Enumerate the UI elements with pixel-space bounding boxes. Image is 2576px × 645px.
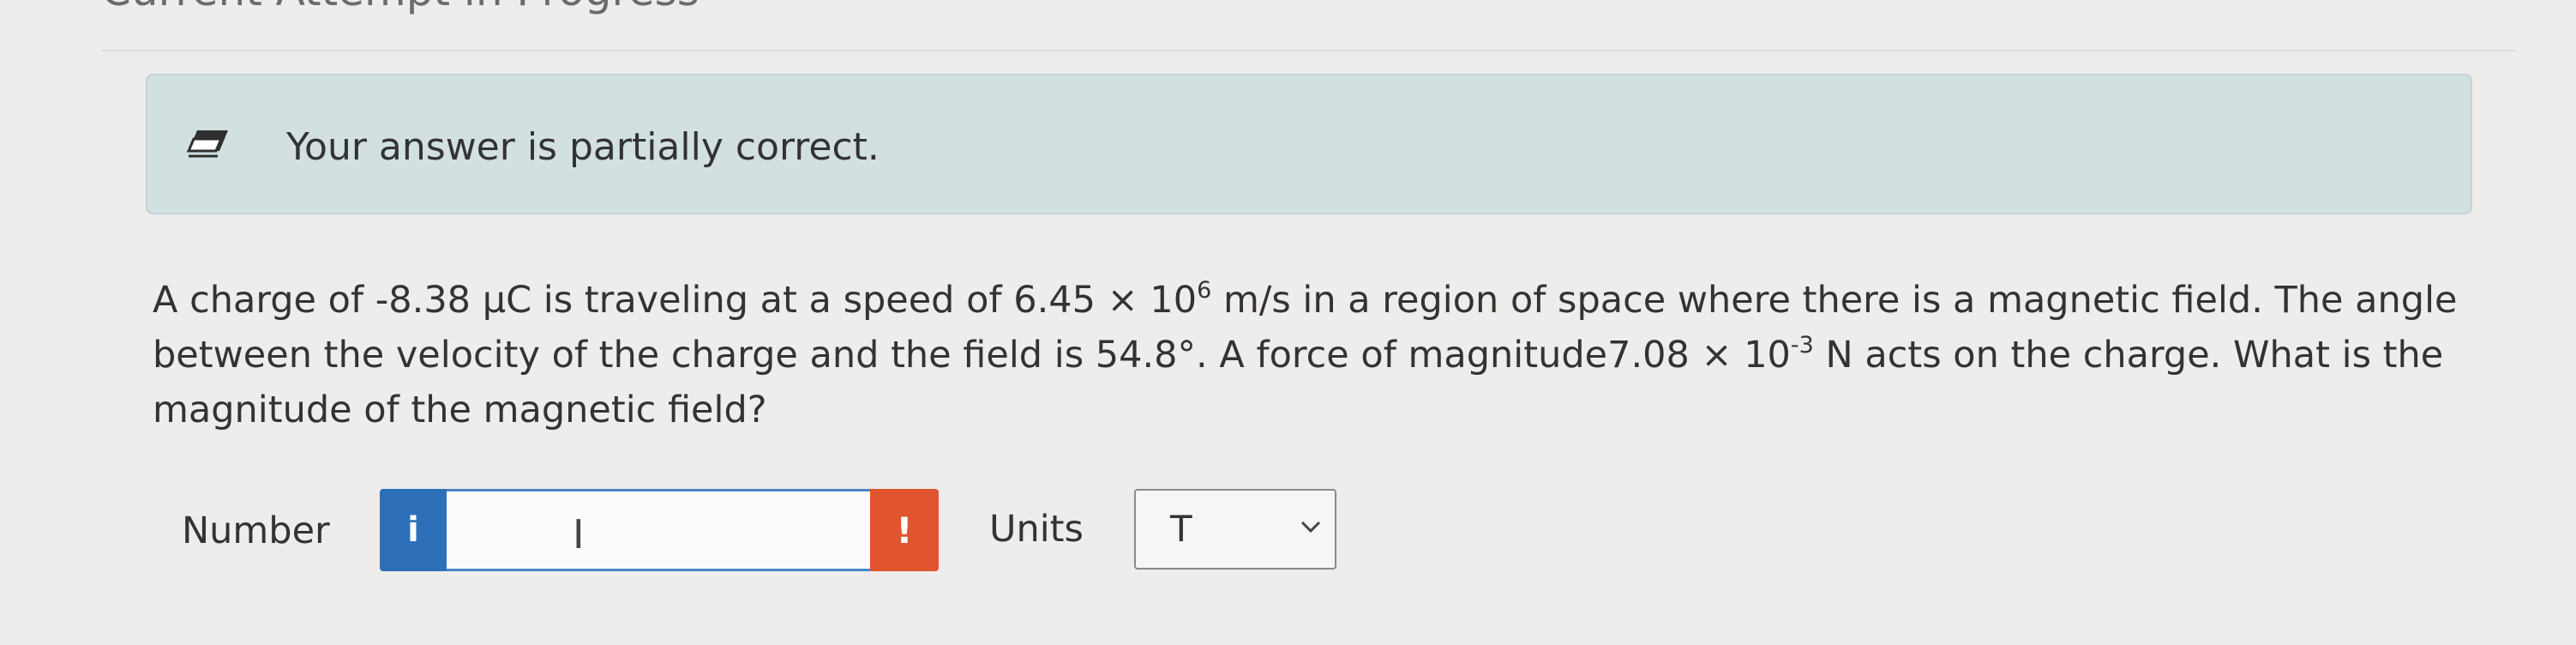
warning-button[interactable]: !	[870, 489, 939, 571]
attempt-header: Current Attempt in Progress	[101, 0, 700, 15]
units-selected-value: T	[1170, 508, 1192, 550]
exponent-1: 6	[1197, 276, 1212, 304]
units-label: Units	[989, 508, 1084, 551]
chevron-down-icon	[1300, 521, 1321, 533]
eraser-icon	[187, 130, 228, 158]
exponent-2: -3	[1790, 331, 1814, 359]
number-label: Number	[182, 509, 330, 552]
question-part-1: A charge of -8.38 μC is traveling at a s…	[153, 279, 1198, 322]
info-button[interactable]: i	[380, 489, 447, 571]
divider	[101, 50, 2516, 51]
number-input[interactable]	[447, 489, 870, 571]
feedback-banner: Your answer is partially correct.	[146, 74, 2472, 214]
units-select[interactable]: T	[1134, 489, 1336, 570]
feedback-message: Your answer is partially correct.	[286, 125, 880, 169]
question-text: A charge of -8.38 μC is traveling at a s…	[153, 273, 2493, 437]
